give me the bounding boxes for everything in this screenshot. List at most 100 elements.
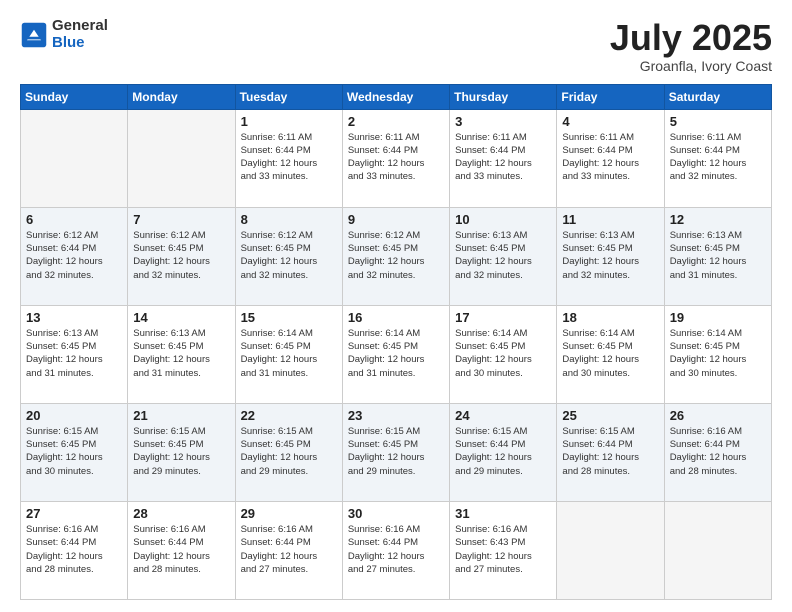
day-number: 24 (455, 408, 551, 423)
calendar-day-cell: 5 Sunrise: 6:11 AM Sunset: 6:44 PM Daylig… (664, 109, 771, 207)
calendar-day-cell: 11Sunrise: 6:13 AM Sunset: 6:45 PM Dayli… (557, 207, 664, 305)
title-location: Groanfla, Ivory Coast (610, 58, 772, 74)
day-info: Sunrise: 6:12 AM Sunset: 6:45 PM Dayligh… (241, 229, 337, 282)
day-number: 27 (26, 506, 122, 521)
day-info: Sunrise: 6:11 AM Sunset: 6:44 PM Dayligh… (670, 131, 766, 184)
calendar-day-cell: 26 Sunrise: 6:16 AM Sunset: 6:44 PM Dayli… (664, 403, 771, 501)
page: General Blue July 2025 Groanfla, Ivory C… (0, 0, 792, 612)
calendar-day-cell: 19 Sunrise: 6:14 AM Sunset: 6:45 PM Dayli… (664, 305, 771, 403)
calendar-day-cell: 20 Sunrise: 6:15 AM Sunset: 6:45 PM Dayli… (21, 403, 128, 501)
header: General Blue July 2025 Groanfla, Ivory C… (20, 18, 772, 74)
day-number: 19 (670, 310, 766, 325)
calendar-day-cell: 8 Sunrise: 6:12 AM Sunset: 6:45 PM Daylig… (235, 207, 342, 305)
day-number: 20 (26, 408, 122, 423)
calendar-day-cell: 1 Sunrise: 6:11 AM Sunset: 6:44 PM Daylig… (235, 109, 342, 207)
day-info: Sunrise: 6:13 AM Sunset: 6:45 PM Dayligh… (133, 327, 229, 380)
day-number: 21 (133, 408, 229, 423)
day-info: Sunrise: 6:15 AM Sunset: 6:45 PM Dayligh… (133, 425, 229, 478)
day-number: 17 (455, 310, 551, 325)
calendar-day-cell: 15 Sunrise: 6:14 AM Sunset: 6:45 PM Dayli… (235, 305, 342, 403)
day-number: 1 (241, 114, 337, 129)
day-info: Sunrise: 6:16 AM Sunset: 6:44 PM Dayligh… (26, 523, 122, 576)
day-number: 7 (133, 212, 229, 227)
day-number: 9 (348, 212, 444, 227)
calendar-day-cell: 4 Sunrise: 6:11 AM Sunset: 6:44 PM Daylig… (557, 109, 664, 207)
calendar-day-cell: 16Sunrise: 6:14 AM Sunset: 6:45 PM Dayli… (342, 305, 449, 403)
calendar-day-cell: 14 Sunrise: 6:13 AM Sunset: 6:45 PM Dayli… (128, 305, 235, 403)
day-number: 30 (348, 506, 444, 521)
calendar-week-row: 27 Sunrise: 6:16 AM Sunset: 6:44 PM Dayli… (21, 501, 772, 599)
day-info: Sunrise: 6:16 AM Sunset: 6:44 PM Dayligh… (670, 425, 766, 478)
calendar-day-cell (664, 501, 771, 599)
day-info: Sunrise: 6:16 AM Sunset: 6:44 PM Dayligh… (348, 523, 444, 576)
calendar-week-row: 13 Sunrise: 6:13 AM Sunset: 6:45 PM Dayli… (21, 305, 772, 403)
logo-text: General Blue (52, 18, 108, 51)
calendar-day-cell: 28 Sunrise: 6:16 AM Sunset: 6:44 PM Dayli… (128, 501, 235, 599)
day-info: Sunrise: 6:13 AM Sunset: 6:45 PM Dayligh… (26, 327, 122, 380)
day-number: 31 (455, 506, 551, 521)
day-info: Sunrise: 6:14 AM Sunset: 6:45 PM Dayligh… (241, 327, 337, 380)
day-info: Sunrise: 6:12 AM Sunset: 6:45 PM Dayligh… (133, 229, 229, 282)
day-number: 15 (241, 310, 337, 325)
title-month: July 2025 (610, 18, 772, 58)
day-info: Sunrise: 6:11 AM Sunset: 6:44 PM Dayligh… (562, 131, 658, 184)
calendar-header-row: SundayMondayTuesdayWednesdayThursdayFrid… (21, 84, 772, 109)
calendar-day-cell: 30 Sunrise: 6:16 AM Sunset: 6:44 PM Dayli… (342, 501, 449, 599)
calendar-day-cell: 27 Sunrise: 6:16 AM Sunset: 6:44 PM Dayli… (21, 501, 128, 599)
calendar-day-cell: 10Sunrise: 6:13 AM Sunset: 6:45 PM Dayli… (450, 207, 557, 305)
day-info: Sunrise: 6:15 AM Sunset: 6:44 PM Dayligh… (562, 425, 658, 478)
day-info: Sunrise: 6:11 AM Sunset: 6:44 PM Dayligh… (241, 131, 337, 184)
day-number: 16 (348, 310, 444, 325)
calendar-day-cell: 9Sunrise: 6:12 AM Sunset: 6:45 PM Daylig… (342, 207, 449, 305)
calendar-day-cell: 6 Sunrise: 6:12 AM Sunset: 6:44 PM Daylig… (21, 207, 128, 305)
calendar-day-cell: 23 Sunrise: 6:15 AM Sunset: 6:45 PM Dayli… (342, 403, 449, 501)
day-number: 23 (348, 408, 444, 423)
day-number: 14 (133, 310, 229, 325)
weekday-header: Monday (128, 84, 235, 109)
calendar-day-cell: 29 Sunrise: 6:16 AM Sunset: 6:44 PM Dayli… (235, 501, 342, 599)
calendar-table: SundayMondayTuesdayWednesdayThursdayFrid… (20, 84, 772, 600)
day-number: 28 (133, 506, 229, 521)
weekday-header: Thursday (450, 84, 557, 109)
calendar-day-cell: 18Sunrise: 6:14 AM Sunset: 6:45 PM Dayli… (557, 305, 664, 403)
calendar-day-cell (128, 109, 235, 207)
calendar-day-cell: 7 Sunrise: 6:12 AM Sunset: 6:45 PM Daylig… (128, 207, 235, 305)
day-info: Sunrise: 6:15 AM Sunset: 6:44 PM Dayligh… (455, 425, 551, 478)
calendar-day-cell: 17Sunrise: 6:14 AM Sunset: 6:45 PM Dayli… (450, 305, 557, 403)
day-info: Sunrise: 6:15 AM Sunset: 6:45 PM Dayligh… (241, 425, 337, 478)
day-info: Sunrise: 6:11 AM Sunset: 6:44 PM Dayligh… (455, 131, 551, 184)
calendar-week-row: 20 Sunrise: 6:15 AM Sunset: 6:45 PM Dayli… (21, 403, 772, 501)
calendar-day-cell: 22 Sunrise: 6:15 AM Sunset: 6:45 PM Dayli… (235, 403, 342, 501)
calendar-day-cell: 24 Sunrise: 6:15 AM Sunset: 6:44 PM Dayli… (450, 403, 557, 501)
day-number: 22 (241, 408, 337, 423)
day-info: Sunrise: 6:16 AM Sunset: 6:44 PM Dayligh… (241, 523, 337, 576)
day-number: 26 (670, 408, 766, 423)
calendar-day-cell: 25Sunrise: 6:15 AM Sunset: 6:44 PM Dayli… (557, 403, 664, 501)
calendar-day-cell: 2Sunrise: 6:11 AM Sunset: 6:44 PM Daylig… (342, 109, 449, 207)
day-info: Sunrise: 6:15 AM Sunset: 6:45 PM Dayligh… (26, 425, 122, 478)
day-number: 4 (562, 114, 658, 129)
day-info: Sunrise: 6:14 AM Sunset: 6:45 PM Dayligh… (670, 327, 766, 380)
logo-icon (20, 21, 48, 49)
day-number: 6 (26, 212, 122, 227)
day-info: Sunrise: 6:13 AM Sunset: 6:45 PM Dayligh… (562, 229, 658, 282)
logo-general: General (52, 18, 108, 35)
day-number: 12 (670, 212, 766, 227)
day-info: Sunrise: 6:13 AM Sunset: 6:45 PM Dayligh… (455, 229, 551, 282)
day-number: 8 (241, 212, 337, 227)
title-block: July 2025 Groanfla, Ivory Coast (610, 18, 772, 74)
day-number: 13 (26, 310, 122, 325)
day-info: Sunrise: 6:12 AM Sunset: 6:44 PM Dayligh… (26, 229, 122, 282)
day-number: 3 (455, 114, 551, 129)
weekday-header: Wednesday (342, 84, 449, 109)
calendar-week-row: 6 Sunrise: 6:12 AM Sunset: 6:44 PM Daylig… (21, 207, 772, 305)
calendar-day-cell: 31Sunrise: 6:16 AM Sunset: 6:43 PM Dayli… (450, 501, 557, 599)
weekday-header: Tuesday (235, 84, 342, 109)
calendar-day-cell: 21 Sunrise: 6:15 AM Sunset: 6:45 PM Dayli… (128, 403, 235, 501)
day-info: Sunrise: 6:16 AM Sunset: 6:44 PM Dayligh… (133, 523, 229, 576)
day-info: Sunrise: 6:15 AM Sunset: 6:45 PM Dayligh… (348, 425, 444, 478)
day-number: 5 (670, 114, 766, 129)
weekday-header: Friday (557, 84, 664, 109)
day-number: 18 (562, 310, 658, 325)
day-number: 29 (241, 506, 337, 521)
